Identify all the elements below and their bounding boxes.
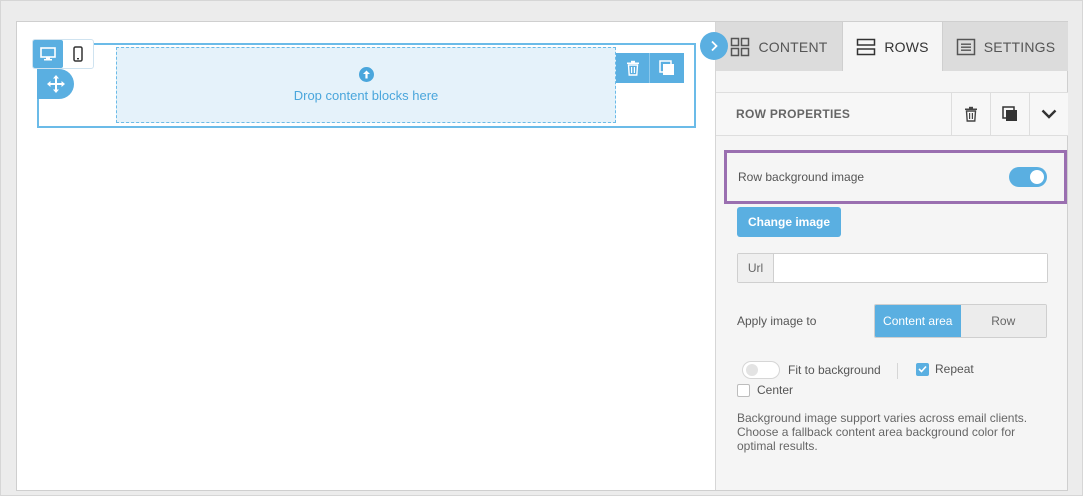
editor: Drop content blocks here CONTENT ROWS SE… (16, 21, 1068, 491)
repeat-checkbox[interactable] (916, 362, 929, 376)
drop-text: Drop content blocks here (293, 88, 439, 103)
rows-icon (857, 38, 876, 55)
device-toggle (32, 39, 94, 69)
fit-to-background-setting: Fit to background (742, 361, 881, 379)
duplicate-row-properties-button[interactable] (990, 92, 1029, 136)
repeat-label: Repeat (935, 362, 974, 376)
panel-tabs: CONTENT ROWS SETTINGS (716, 22, 1068, 71)
grid-icon (731, 37, 750, 56)
tab-content-label: CONTENT (758, 38, 828, 55)
background-support-note: Background image support varies across e… (737, 411, 1028, 453)
drop-zone[interactable]: Drop content blocks here (116, 47, 616, 123)
mobile-view-button[interactable] (63, 40, 93, 68)
row-actions (616, 53, 684, 83)
row-background-image-setting: Row background image (724, 150, 1067, 204)
chevron-right-icon (711, 40, 718, 52)
apply-row-option[interactable]: Row (960, 305, 1046, 337)
url-label: Url (738, 254, 774, 282)
tab-settings[interactable]: SETTINGS (943, 22, 1068, 71)
trash-icon (626, 60, 639, 76)
collapse-panel-button[interactable] (700, 32, 728, 60)
url-field: Url (737, 253, 1048, 283)
chevron-down-icon (1041, 109, 1057, 119)
delete-row-button[interactable] (616, 53, 650, 83)
fit-to-background-label: Fit to background (788, 363, 881, 377)
tab-rows[interactable]: ROWS (842, 22, 943, 71)
delete-row-properties-button[interactable] (951, 92, 990, 136)
apply-content-area-option[interactable]: Content area (875, 305, 961, 337)
separator (897, 363, 898, 379)
tab-rows-label: ROWS (884, 38, 929, 55)
row-properties-title: ROW PROPERTIES (736, 107, 851, 121)
fit-to-background-toggle[interactable] (742, 361, 780, 379)
change-image-button[interactable]: Change image (737, 207, 841, 237)
url-input[interactable] (774, 254, 1047, 282)
duplicate-row-button[interactable] (650, 53, 684, 83)
side-panel: CONTENT ROWS SETTINGS ROW PROPERTIES Row… (715, 22, 1068, 490)
trash-icon (965, 106, 977, 122)
toggle-knob (746, 364, 758, 376)
apply-image-label: Apply image to (737, 314, 817, 328)
desktop-view-button[interactable] (33, 40, 63, 68)
apply-image-segmented-control: Content area Row (874, 304, 1047, 338)
repeat-setting: Repeat (916, 362, 974, 376)
center-checkbox[interactable] (737, 383, 750, 397)
row-properties-header: ROW PROPERTIES (716, 92, 1068, 136)
duplicate-icon (1002, 106, 1017, 121)
row-background-image-label: Row background image (738, 170, 865, 184)
desktop-icon (40, 47, 56, 61)
center-label: Center (757, 383, 794, 397)
toggle-knob (1030, 170, 1044, 184)
row-move-handle[interactable] (37, 69, 74, 99)
mobile-icon (73, 46, 83, 62)
upload-arrow-icon (358, 67, 374, 82)
row-background-image-toggle[interactable] (1009, 167, 1047, 187)
duplicate-icon (659, 60, 674, 75)
settings-icon (956, 38, 975, 55)
canvas: Drop content blocks here (17, 22, 715, 490)
collapse-properties-button[interactable] (1029, 92, 1068, 136)
tab-content[interactable]: CONTENT (716, 22, 842, 71)
app-frame: Drop content blocks here CONTENT ROWS SE… (0, 0, 1083, 496)
center-setting: Center (737, 383, 793, 397)
tab-settings-label: SETTINGS (983, 38, 1056, 55)
checkmark-icon (918, 365, 927, 373)
move-icon (46, 75, 65, 93)
